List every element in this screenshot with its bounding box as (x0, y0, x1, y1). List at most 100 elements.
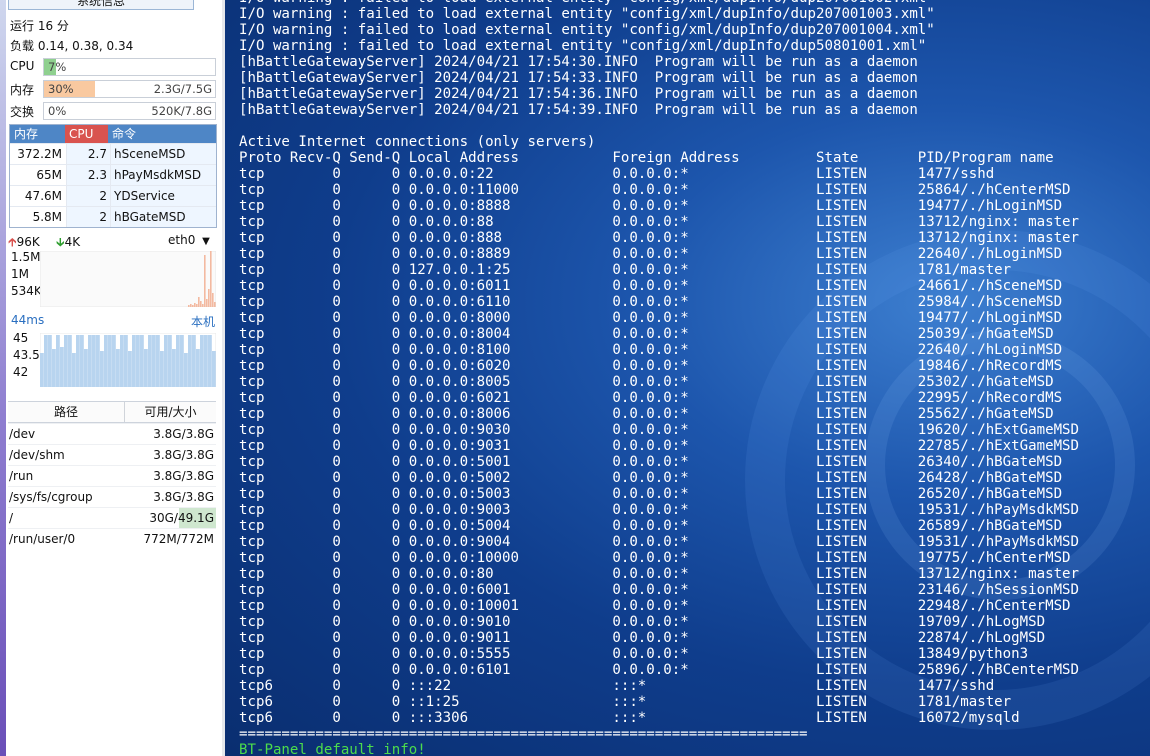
ping-graph-bar (168, 335, 172, 387)
terminal-line: tcp 0 0 0.0.0.0:9011 0.0.0.0:* LISTEN 22… (239, 630, 1046, 646)
disk-path: /dev (9, 427, 36, 441)
ping-target[interactable]: 本机 (191, 313, 215, 330)
mem-meter: 30% 2.3G/7.5G (43, 80, 216, 98)
ping-graph-bar (200, 335, 204, 387)
terminal-line: tcp 0 0 0.0.0.0:9010 0.0.0.0:* LISTEN 19… (239, 614, 1046, 630)
terminal-line: tcp6 0 0 :::22 :::* LISTEN 1477/sshd (239, 678, 995, 694)
disk-row[interactable]: /dev/shm 3.8G/3.8G (8, 444, 216, 465)
terminal[interactable]: I/O warning : failed to load external en… (225, 0, 1150, 756)
load-text: 负载 0.14, 0.38, 0.34 (10, 39, 134, 53)
ping-graph-bar (108, 335, 112, 387)
cpu-percent: 7% (48, 60, 67, 74)
ping-graph-bar (116, 349, 120, 387)
terminal-line: tcp 0 0 0.0.0.0:8889 0.0.0.0:* LISTEN 22… (239, 246, 1063, 262)
terminal-line: tcp 0 0 0.0.0.0:6020 0.0.0.0:* LISTEN 19… (239, 358, 1063, 374)
header-command[interactable]: 命令 (108, 125, 216, 143)
terminal-line: tcp 0 0 0.0.0.0:9004 0.0.0.0:* LISTEN 19… (239, 534, 1080, 550)
desktop-edge (0, 0, 6, 756)
process-table-header: 内存 CPU 命令 (10, 125, 216, 143)
disk-row[interactable]: /run 3.8G/3.8G (8, 465, 216, 486)
net-y-axis: 1.5M 1M 534K (11, 250, 42, 298)
ping-graph-bar (160, 351, 164, 387)
disk-size: 3.8G/3.8G (153, 469, 214, 483)
terminal-line: tcp 0 0 0.0.0.0:8888 0.0.0.0:* LISTEN 19… (239, 198, 1063, 214)
terminal-line: tcp 0 0 0.0.0.0:8100 0.0.0.0:* LISTEN 22… (239, 342, 1063, 358)
ping-graph-bar (128, 351, 132, 387)
ping-graph-bar (124, 335, 128, 387)
terminal-line: tcp 0 0 0.0.0.0:6001 0.0.0.0:* LISTEN 23… (239, 582, 1080, 598)
terminal-line: [hBattleGatewayServer] 2024/04/21 17:54:… (239, 54, 918, 70)
terminal-line: tcp6 0 0 :::3306 :::* LISTEN 16072/mysql… (239, 710, 1020, 726)
ping-graph-bar (60, 347, 64, 387)
ping-graph-bar (68, 335, 72, 387)
ping-graph-bar (212, 351, 216, 387)
header-cpu[interactable]: CPU (65, 125, 108, 143)
ping-graph-bar (184, 353, 188, 387)
dropdown-icon: ▼ (202, 236, 210, 247)
terminal-line: tcp 0 0 0.0.0.0:88 0.0.0.0:* LISTEN 1371… (239, 214, 1080, 230)
disk-size: 3.8G/3.8G (153, 490, 214, 504)
header-mem[interactable]: 内存 (10, 125, 65, 143)
ping-graph-bar (188, 335, 192, 387)
process-command: YDService (111, 186, 216, 206)
process-command: hPayMsdkMSD (111, 165, 216, 185)
disk-path: /run (9, 469, 34, 483)
ping-graph-bar (156, 335, 160, 387)
ping-graph-bar (208, 335, 212, 387)
ping-graph-bar (120, 335, 124, 387)
process-row[interactable]: 5.8M 2 hBGateMSD (10, 206, 216, 227)
system-info-button[interactable]: 系统信息 (8, 0, 194, 10)
ping-graph-bar (136, 335, 140, 387)
terminal-line: I/O warning : failed to load external en… (239, 6, 935, 22)
terminal-line: tcp 0 0 0.0.0.0:8004 0.0.0.0:* LISTEN 25… (239, 326, 1054, 342)
net-graph-bar (190, 304, 192, 307)
ping-graph-bar (52, 349, 56, 387)
net-graph-bar (210, 251, 212, 307)
terminal-line: [hBattleGatewayServer] 2024/04/21 17:54:… (239, 70, 918, 86)
terminal-line: tcp 0 0 0.0.0.0:8006 0.0.0.0:* LISTEN 25… (239, 406, 1054, 422)
process-row[interactable]: 372.2M 2.7 hSceneMSD (10, 143, 216, 164)
process-row[interactable]: 65M 2.3 hPayMsdkMSD (10, 164, 216, 185)
mem-label: 内存 (10, 83, 35, 97)
process-cpu: 2.7 (67, 144, 111, 164)
interface-select[interactable]: eth0 ▼ (168, 233, 210, 247)
terminal-line: tcp 0 0 127.0.0.1:25 0.0.0.0:* LISTEN 17… (239, 262, 1012, 278)
process-table: 内存 CPU 命令 372.2M 2.7 hSceneMSD 65M 2.3 hPayMs… (9, 124, 217, 228)
disk-row[interactable]: /sys/fs/cgroup 3.8G/3.8G (8, 486, 216, 507)
terminal-line: tcp 0 0 0.0.0.0:9003 0.0.0.0:* LISTEN 19… (239, 502, 1080, 518)
net-graph-bar (192, 305, 194, 307)
arrow-down-icon: 🡳 (56, 235, 65, 249)
ping-graph-bar (88, 335, 92, 387)
ping-graph-bar (96, 335, 100, 387)
disk-table-header: 路径 可用/大小 (8, 401, 216, 423)
ping-graph (40, 333, 216, 387)
cpu-label: CPU (10, 59, 35, 73)
disk-row[interactable]: /run/user/0 772M/772M (8, 528, 216, 549)
net-graph-bar (188, 305, 190, 307)
ping-graph-bar (204, 335, 208, 387)
process-row[interactable]: 47.6M 2 YDService (10, 185, 216, 206)
ping-y-axis: 45 43.5 42 (13, 331, 40, 379)
terminal-line: tcp 0 0 0.0.0.0:5555 0.0.0.0:* LISTEN 13… (239, 646, 1029, 662)
terminal-line: tcp 0 0 0.0.0.0:5002 0.0.0.0:* LISTEN 26… (239, 470, 1063, 486)
header-path[interactable]: 路径 (8, 402, 125, 422)
terminal-line: Proto Recv-Q Send-Q Local Address Foreig… (239, 150, 1054, 166)
disk-row[interactable]: /dev 3.8G/3.8G (8, 423, 216, 444)
terminal-line: tcp 0 0 0.0.0.0:5001 0.0.0.0:* LISTEN 26… (239, 454, 1063, 470)
disk-path: /sys/fs/cgroup (9, 490, 93, 504)
process-command: hBGateMSD (111, 207, 216, 227)
ping-graph-bar (196, 349, 200, 387)
process-command: hSceneMSD (111, 144, 216, 164)
disk-path: /dev/shm (9, 448, 65, 462)
disk-path: / (9, 511, 14, 525)
disk-row[interactable]: / 30G/49.1G (8, 507, 216, 528)
process-mem: 5.8M (10, 207, 67, 227)
ping-graph-bar (56, 335, 60, 387)
terminal-line: tcp 0 0 0.0.0.0:6021 0.0.0.0:* LISTEN 22… (239, 390, 1063, 406)
ping-graph-bar (180, 335, 184, 387)
net-graph-bar (206, 299, 208, 307)
header-size[interactable]: 可用/大小 (125, 402, 216, 422)
terminal-line: tcp 0 0 0.0.0.0:6101 0.0.0.0:* LISTEN 25… (239, 662, 1080, 678)
mem-value: 2.3G/7.5G (153, 82, 212, 96)
terminal-line: tcp 0 0 0.0.0.0:8005 0.0.0.0:* LISTEN 25… (239, 374, 1054, 390)
